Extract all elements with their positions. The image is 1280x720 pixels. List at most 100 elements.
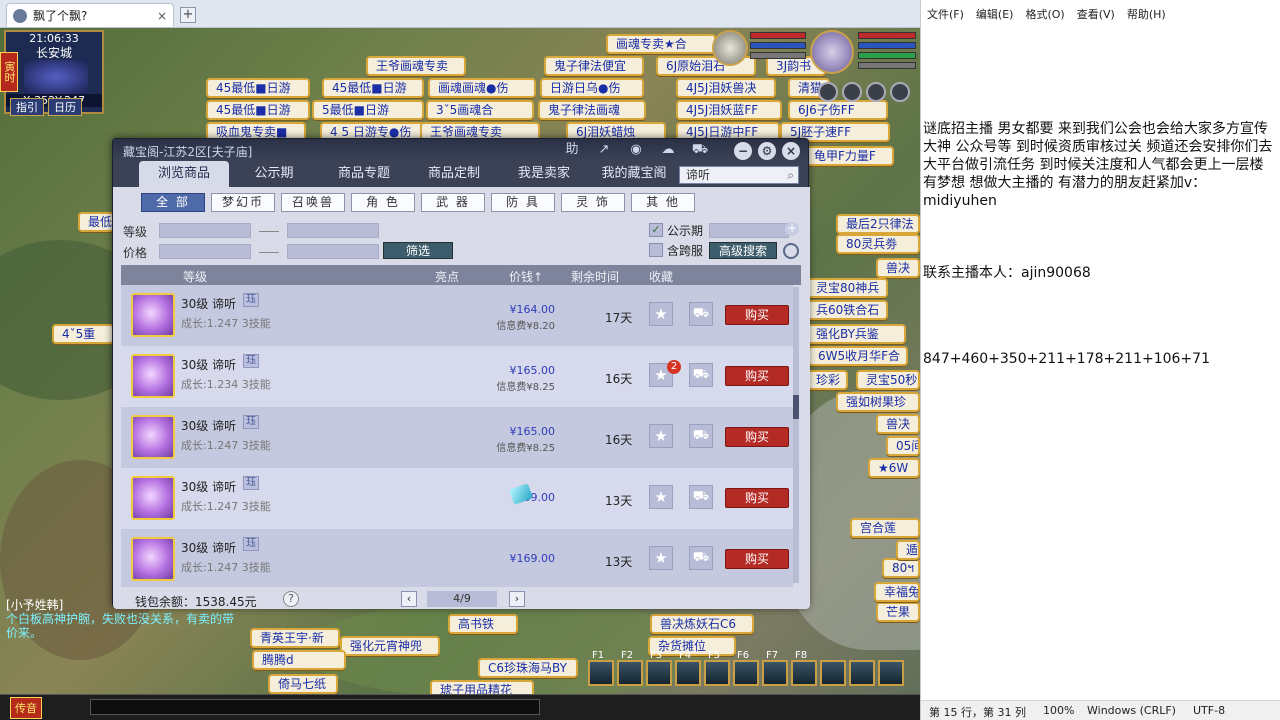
system-icon[interactable] xyxy=(890,82,910,102)
stall-sign[interactable]: 日游日乌●伤 xyxy=(540,78,644,98)
header-price[interactable]: 价钱↑ xyxy=(509,268,543,285)
hero-avatar[interactable] xyxy=(810,30,854,74)
header-time-left[interactable]: 剩余时间 xyxy=(571,268,619,285)
table-row[interactable]: 30级 谛听珏成长:1.234 3技能 ¥165.00 信息费¥8.25 16天 ★ 2 ⛟… xyxy=(121,346,793,407)
stall-sign[interactable]: 画魂专卖★合 xyxy=(606,34,716,54)
scrollbar-thumb[interactable] xyxy=(793,395,799,419)
buy-button[interactable]: 购买 xyxy=(725,488,789,508)
pet-thumbnail[interactable] xyxy=(131,476,175,520)
cart-icon[interactable]: ⛟ xyxy=(689,363,713,387)
search-icon[interactable]: ⌕ xyxy=(787,167,794,183)
cross-server-checkbox[interactable] xyxy=(649,243,663,257)
broadcast-button[interactable]: 传音 xyxy=(10,697,42,719)
menu-item[interactable]: 编辑(E) xyxy=(976,6,1014,24)
table-row[interactable]: 30级 谛听珏成长:1.247 3技能 ¥164.00 信息费¥8.20 17天 ★ ⛟ 购… xyxy=(121,285,793,346)
next-page-button[interactable]: › xyxy=(509,591,525,607)
stall-sign[interactable]: ★6W xyxy=(868,458,920,478)
help-icon[interactable]: 助 xyxy=(561,141,583,159)
record-icon[interactable]: ◉ xyxy=(625,141,647,159)
menu-item[interactable]: 帮助(H) xyxy=(1127,6,1166,24)
stall-sign[interactable]: 芒果 xyxy=(876,602,920,622)
cart-icon[interactable]: ⛟ xyxy=(689,546,713,570)
search-input[interactable]: 谛听 ⌕ xyxy=(679,166,799,184)
star-icon[interactable]: ★ xyxy=(649,485,673,509)
stall-sign[interactable]: 最低 xyxy=(78,212,114,232)
pet-thumbnail[interactable] xyxy=(131,354,175,398)
pet-avatar[interactable] xyxy=(712,30,748,66)
skill-slot[interactable] xyxy=(878,660,904,686)
new-tab-button[interactable]: + xyxy=(180,7,196,23)
chat-icon[interactable]: ☁ xyxy=(657,141,679,159)
stall-sign[interactable]: 幸福兔 xyxy=(874,582,920,602)
share-icon[interactable]: ↗ xyxy=(593,141,615,159)
stall-sign[interactable]: 强化元宵神兜 xyxy=(340,636,440,656)
tab-publicity[interactable]: 公示期 xyxy=(229,161,319,187)
stall-sign[interactable]: 鬼子律法画魂 xyxy=(538,100,646,120)
stall-sign[interactable]: 龟甲F力量F xyxy=(804,146,894,166)
minimize-icon[interactable]: − xyxy=(734,142,752,160)
stall-sign[interactable]: 45最低■日游 xyxy=(206,100,310,120)
notepad-text-area[interactable]: 谜底招主播 男女都要 来到我们公会也会给大家多方宣传大神 公众号等 到时候资质审… xyxy=(923,120,1277,368)
system-icon[interactable] xyxy=(842,82,862,102)
category-button[interactable]: 梦幻币 xyxy=(211,193,275,212)
stall-sign[interactable]: 高书铁 xyxy=(448,614,518,634)
stall-sign[interactable]: 80灵兵劵 xyxy=(836,234,920,254)
calendar-button[interactable]: 日历 xyxy=(48,98,82,116)
category-button[interactable]: 角 色 xyxy=(351,193,415,212)
tab-my-pavilion[interactable]: 我的藏宝阁 xyxy=(589,161,679,187)
prev-page-button[interactable]: ‹ xyxy=(401,591,417,607)
close-tab-icon[interactable]: × xyxy=(157,9,167,23)
price-min-input[interactable] xyxy=(159,244,251,259)
system-icon[interactable] xyxy=(866,82,886,102)
cart-icon[interactable]: ⛟ xyxy=(689,302,713,326)
stall-sign[interactable]: 灵宝50秒 xyxy=(856,370,920,390)
skill-slot[interactable]: F5 xyxy=(704,650,730,686)
level-max-input[interactable] xyxy=(287,223,379,238)
advanced-search-button[interactable]: 高级搜索 xyxy=(709,242,777,259)
stall-sign[interactable]: 6J6子伤FF xyxy=(788,100,888,120)
table-row[interactable]: 30级 谛听珏成长:1.247 3技能 169.00 13天 ★ ⛟ 购买 xyxy=(121,468,793,529)
skill-slot[interactable]: F1 xyxy=(588,650,614,686)
stall-sign[interactable]: 画魂画魂●伤 xyxy=(428,78,536,98)
stall-sign[interactable]: 45最低■日游 xyxy=(322,78,424,98)
star-icon[interactable]: ★ xyxy=(649,302,673,326)
tab-browse[interactable]: 浏览商品 xyxy=(139,161,229,187)
pet-thumbnail[interactable] xyxy=(131,537,175,581)
scrollbar-track[interactable] xyxy=(793,287,799,583)
stall-sign[interactable]: 3ˇ5画魂合 xyxy=(426,100,534,120)
stall-sign[interactable]: 兽决 xyxy=(876,414,920,434)
stall-sign[interactable]: 强化BY兵鉴 xyxy=(806,324,906,344)
skill-slot[interactable]: F3 xyxy=(646,650,672,686)
skill-slot[interactable]: F8 xyxy=(791,650,817,686)
tab-custom[interactable]: 商品定制 xyxy=(409,161,499,187)
stall-sign[interactable]: 4J5J泪妖蓝FF xyxy=(676,100,782,120)
tab-seller[interactable]: 我是卖家 xyxy=(499,161,589,187)
stall-sign[interactable]: 80ฯ xyxy=(882,558,920,578)
pet-thumbnail[interactable] xyxy=(131,415,175,459)
price-max-input[interactable] xyxy=(287,244,379,259)
category-button[interactable]: 其 他 xyxy=(631,193,695,212)
stall-sign[interactable]: 5最低■日游 xyxy=(312,100,424,120)
stall-sign[interactable]: 兵60铁合石 xyxy=(806,300,888,320)
skill-slot[interactable]: F7 xyxy=(762,650,788,686)
system-icon[interactable] xyxy=(818,82,838,102)
stall-sign[interactable]: 4J5J泪妖兽决 xyxy=(676,78,776,98)
category-button[interactable]: 灵 饰 xyxy=(561,193,625,212)
stall-sign[interactable]: 强如树果珍 xyxy=(836,392,920,412)
stall-sign[interactable]: 05间 xyxy=(886,436,920,456)
table-row[interactable]: 30级 谛听珏成长:1.247 3技能 ¥165.00 信息费¥8.25 16天 ★ ⛟ 购… xyxy=(121,407,793,468)
category-button[interactable]: 防 具 xyxy=(491,193,555,212)
plus-icon[interactable]: + xyxy=(785,222,799,236)
menu-item[interactable]: 文件(F) xyxy=(927,6,964,24)
category-button[interactable]: 召唤兽 xyxy=(281,193,345,212)
skill-slot[interactable] xyxy=(820,660,846,686)
buy-button[interactable]: 购买 xyxy=(725,366,789,386)
clock-icon[interactable] xyxy=(783,243,799,259)
cart-icon[interactable]: ⛟ xyxy=(689,485,713,509)
stall-sign[interactable]: 倚马七纸 xyxy=(268,674,338,694)
pet-thumbnail[interactable] xyxy=(131,293,175,337)
stall-sign[interactable]: 6W5收月华F合 xyxy=(808,346,908,366)
guide-button[interactable]: 指引 xyxy=(10,98,44,116)
buy-button[interactable]: 购买 xyxy=(725,549,789,569)
table-row[interactable]: 30级 谛听珏成长:1.247 3技能 ¥169.00 13天 ★ ⛟ 购买 xyxy=(121,529,793,587)
